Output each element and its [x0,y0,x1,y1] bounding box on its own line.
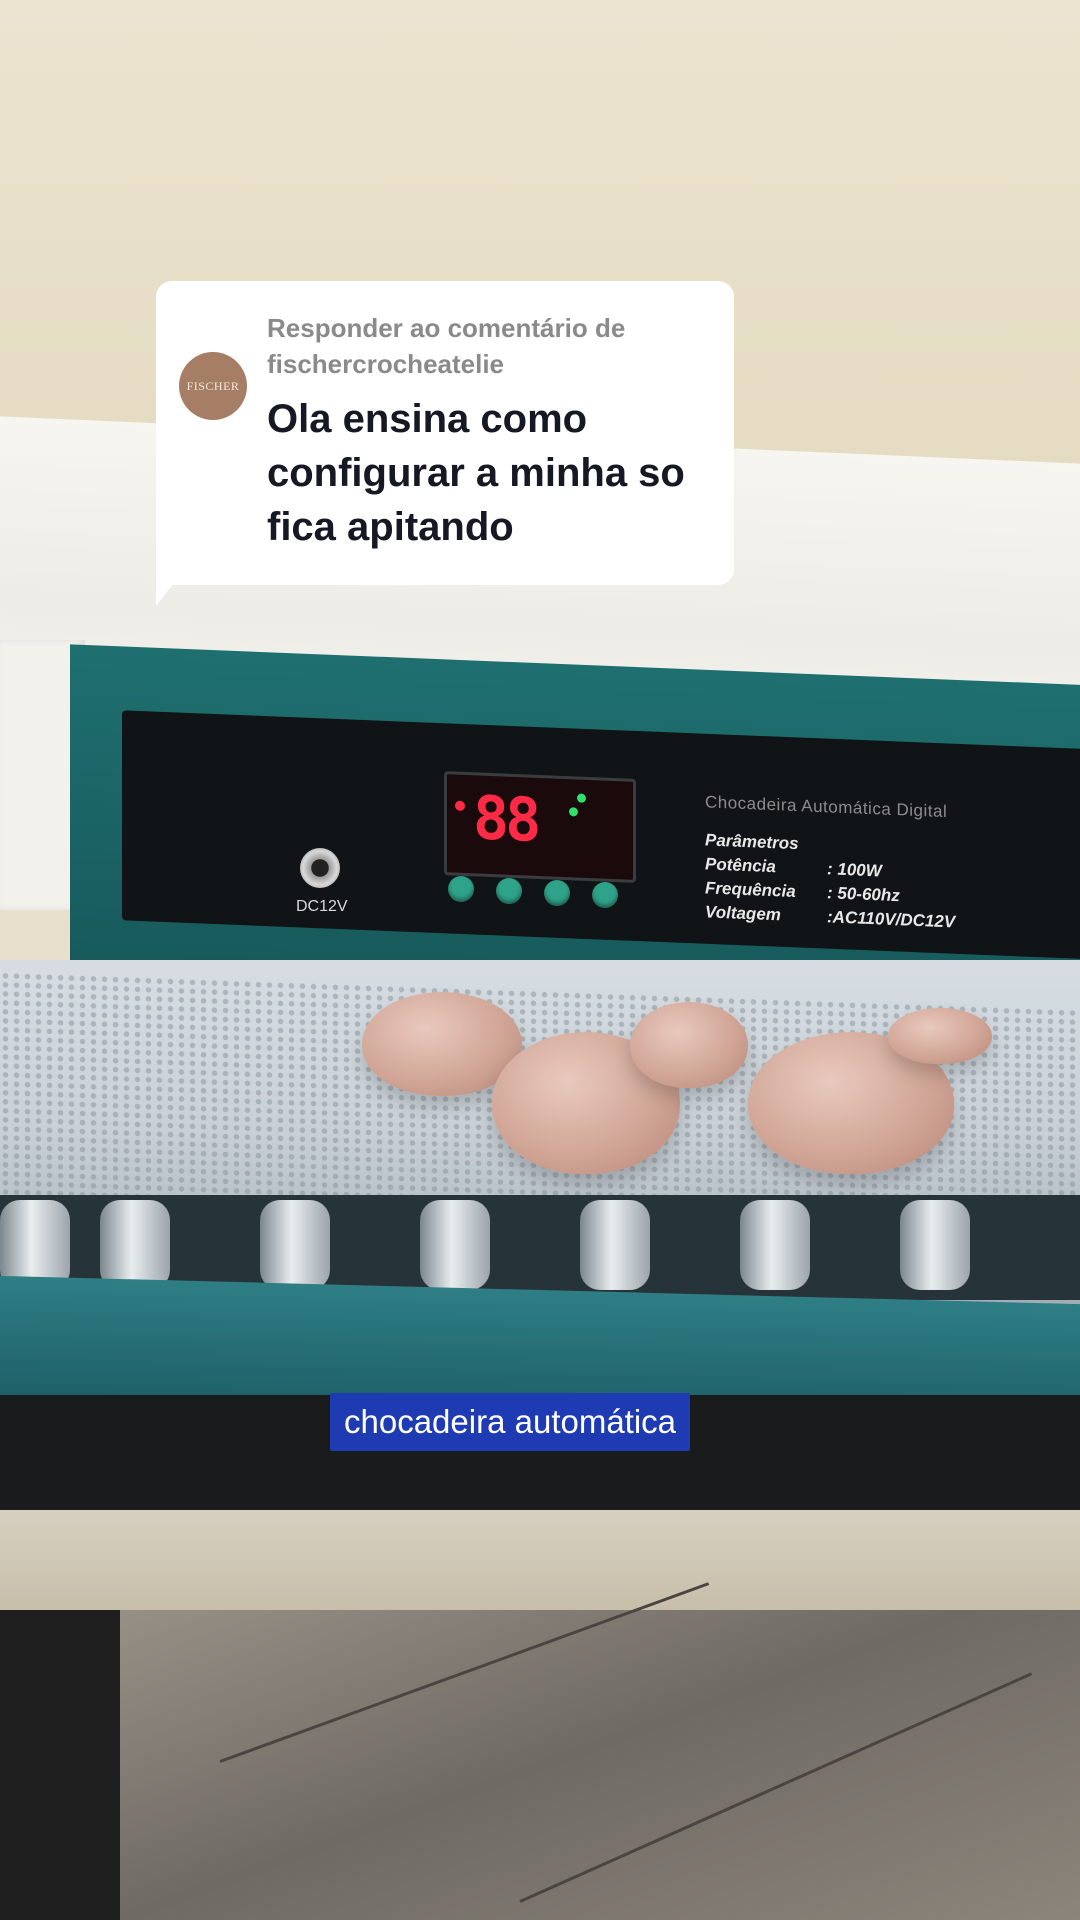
roller [580,1200,650,1290]
indicator-dot [569,807,578,817]
dc-jack-icon [300,848,340,888]
minus-button-icon [544,880,570,906]
spec-value: :AC110V/DC12V [827,907,956,932]
reply-header: Responder ao comentário de fischercroche… [267,313,626,379]
spec-value: : 50-60hz [827,883,900,906]
display-digits: 88 [473,783,538,856]
roller [260,1200,330,1290]
bubble-tail [156,570,184,606]
video-caption: chocadeira automática [330,1393,691,1451]
egg [630,1002,748,1088]
spec-value: : 100W [827,859,882,881]
roller [740,1200,810,1290]
shelf [0,1510,1080,1620]
turn-button-icon [592,882,618,908]
led-display: 88 [444,771,636,883]
roller [100,1200,170,1290]
commenter-avatar[interactable]: FISCHER [179,352,247,420]
roller [900,1200,970,1290]
indicator-dot [577,793,586,803]
floor-shadow [0,1610,120,1920]
roller [420,1200,490,1290]
spec-key: Voltagem [705,902,781,925]
egg [888,1008,992,1064]
dc-label: DC12V [296,898,348,915]
set-button-icon [448,876,474,902]
plus-button-icon [496,878,522,904]
indicator-dot [455,800,465,811]
floor [0,1610,1080,1920]
reply-comment-text: Ola ensina como configurar a minha so fi… [267,397,685,549]
avatar-text: FISCHER [186,378,240,393]
spec-label: Chocadeira Automática Digital Parâmetros… [705,792,1080,939]
